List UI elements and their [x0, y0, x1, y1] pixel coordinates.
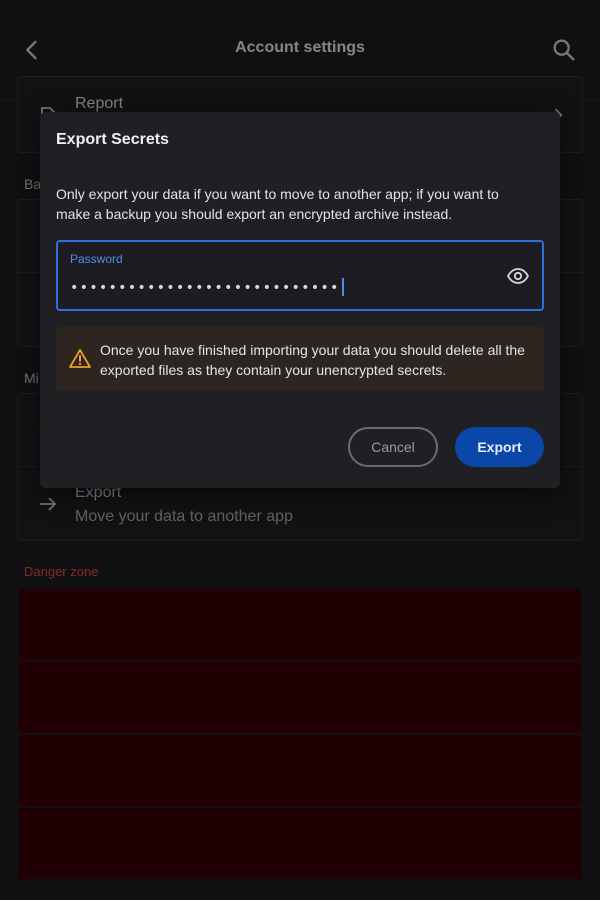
- cancel-button[interactable]: Cancel: [348, 427, 438, 467]
- warning-banner: Once you have finished importing your da…: [56, 327, 544, 391]
- export-secrets-dialog: Export Secrets Only export your data if …: [40, 112, 560, 488]
- dialog-title: Export Secrets: [56, 131, 169, 148]
- password-label: Password: [70, 252, 123, 266]
- export-button[interactable]: Export: [455, 427, 544, 467]
- account-settings-screen: Account settings Report Ba Mi Export Mov…: [0, 0, 600, 900]
- eye-icon[interactable]: [506, 264, 530, 288]
- warning-icon: [69, 349, 91, 368]
- dialog-body: Only export your data if you want to mov…: [56, 186, 499, 222]
- warning-text: Once you have finished importing your da…: [100, 342, 525, 378]
- password-field[interactable]: Password ••••••••••••••••••••••••••••: [56, 240, 544, 311]
- password-input[interactable]: ••••••••••••••••••••••••••••: [70, 278, 344, 296]
- text-caret: [341, 278, 344, 296]
- password-value: ••••••••••••••••••••••••••••: [70, 280, 340, 296]
